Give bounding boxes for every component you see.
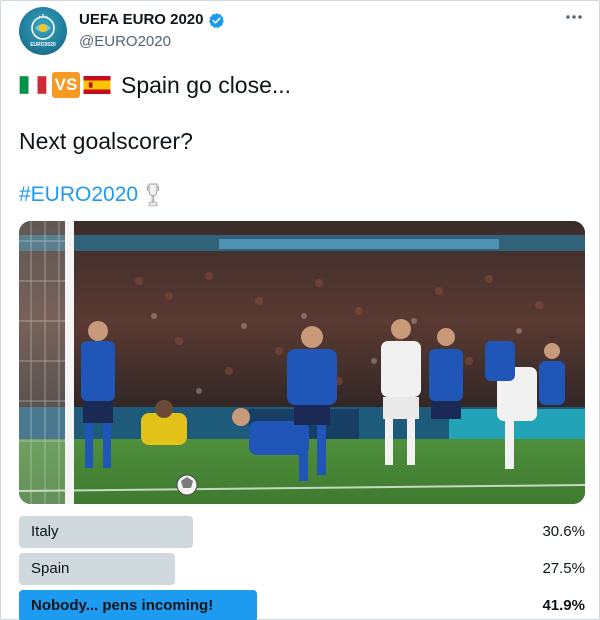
tweet-hashtag-line: #EURO2020	[19, 181, 160, 209]
avatar[interactable]: EURO2020	[19, 7, 67, 55]
display-name[interactable]: UEFA EURO 2020	[79, 11, 225, 29]
tweet-header: EURO2020 UEFA EURO 2020 @EURO2020	[19, 7, 585, 55]
poll-option-3[interactable]: Nobody... pens incoming! 41.9%	[19, 590, 585, 620]
tweet-media-photo[interactable]	[19, 221, 585, 504]
spain-flag-icon	[83, 76, 111, 94]
hashtag-link[interactable]: #EURO2020	[19, 181, 138, 209]
tweet-text-line1: VS Spain go close...	[19, 71, 291, 99]
tweet-text-line2: Next goalscorer?	[19, 128, 193, 154]
verified-badge-icon	[208, 12, 224, 28]
account-names: UEFA EURO 2020 @EURO2020	[79, 11, 225, 51]
tweet-text-line1-text: Spain go close...	[121, 71, 292, 98]
trophy-icon	[146, 183, 160, 207]
more-options-icon[interactable]	[563, 7, 585, 27]
euro2020-logo-icon: EURO2020	[30, 14, 56, 48]
tweet-card: EURO2020 UEFA EURO 2020 @EURO2020 VS Spa…	[0, 0, 600, 620]
display-name-text[interactable]: UEFA EURO 2020	[79, 11, 204, 29]
vs-badge: VS	[52, 72, 80, 98]
avatar-label: EURO2020	[30, 42, 56, 48]
poll-option-label: Nobody... pens incoming!	[31, 597, 214, 614]
football-match-photo	[19, 221, 585, 504]
poll-option-label: Spain	[31, 560, 70, 577]
poll-option-percent: 27.5%	[542, 560, 585, 577]
poll-option-percent: 41.9%	[542, 597, 585, 614]
poll-option-percent: 30.6%	[542, 523, 585, 540]
poll-option-label: Italy	[31, 523, 59, 540]
account-handle[interactable]: @EURO2020	[79, 33, 225, 51]
poll-option-2[interactable]: Spain 27.5%	[19, 553, 585, 585]
poll-option-1[interactable]: Italy 30.6%	[19, 516, 585, 548]
italy-flag-icon	[19, 76, 47, 94]
